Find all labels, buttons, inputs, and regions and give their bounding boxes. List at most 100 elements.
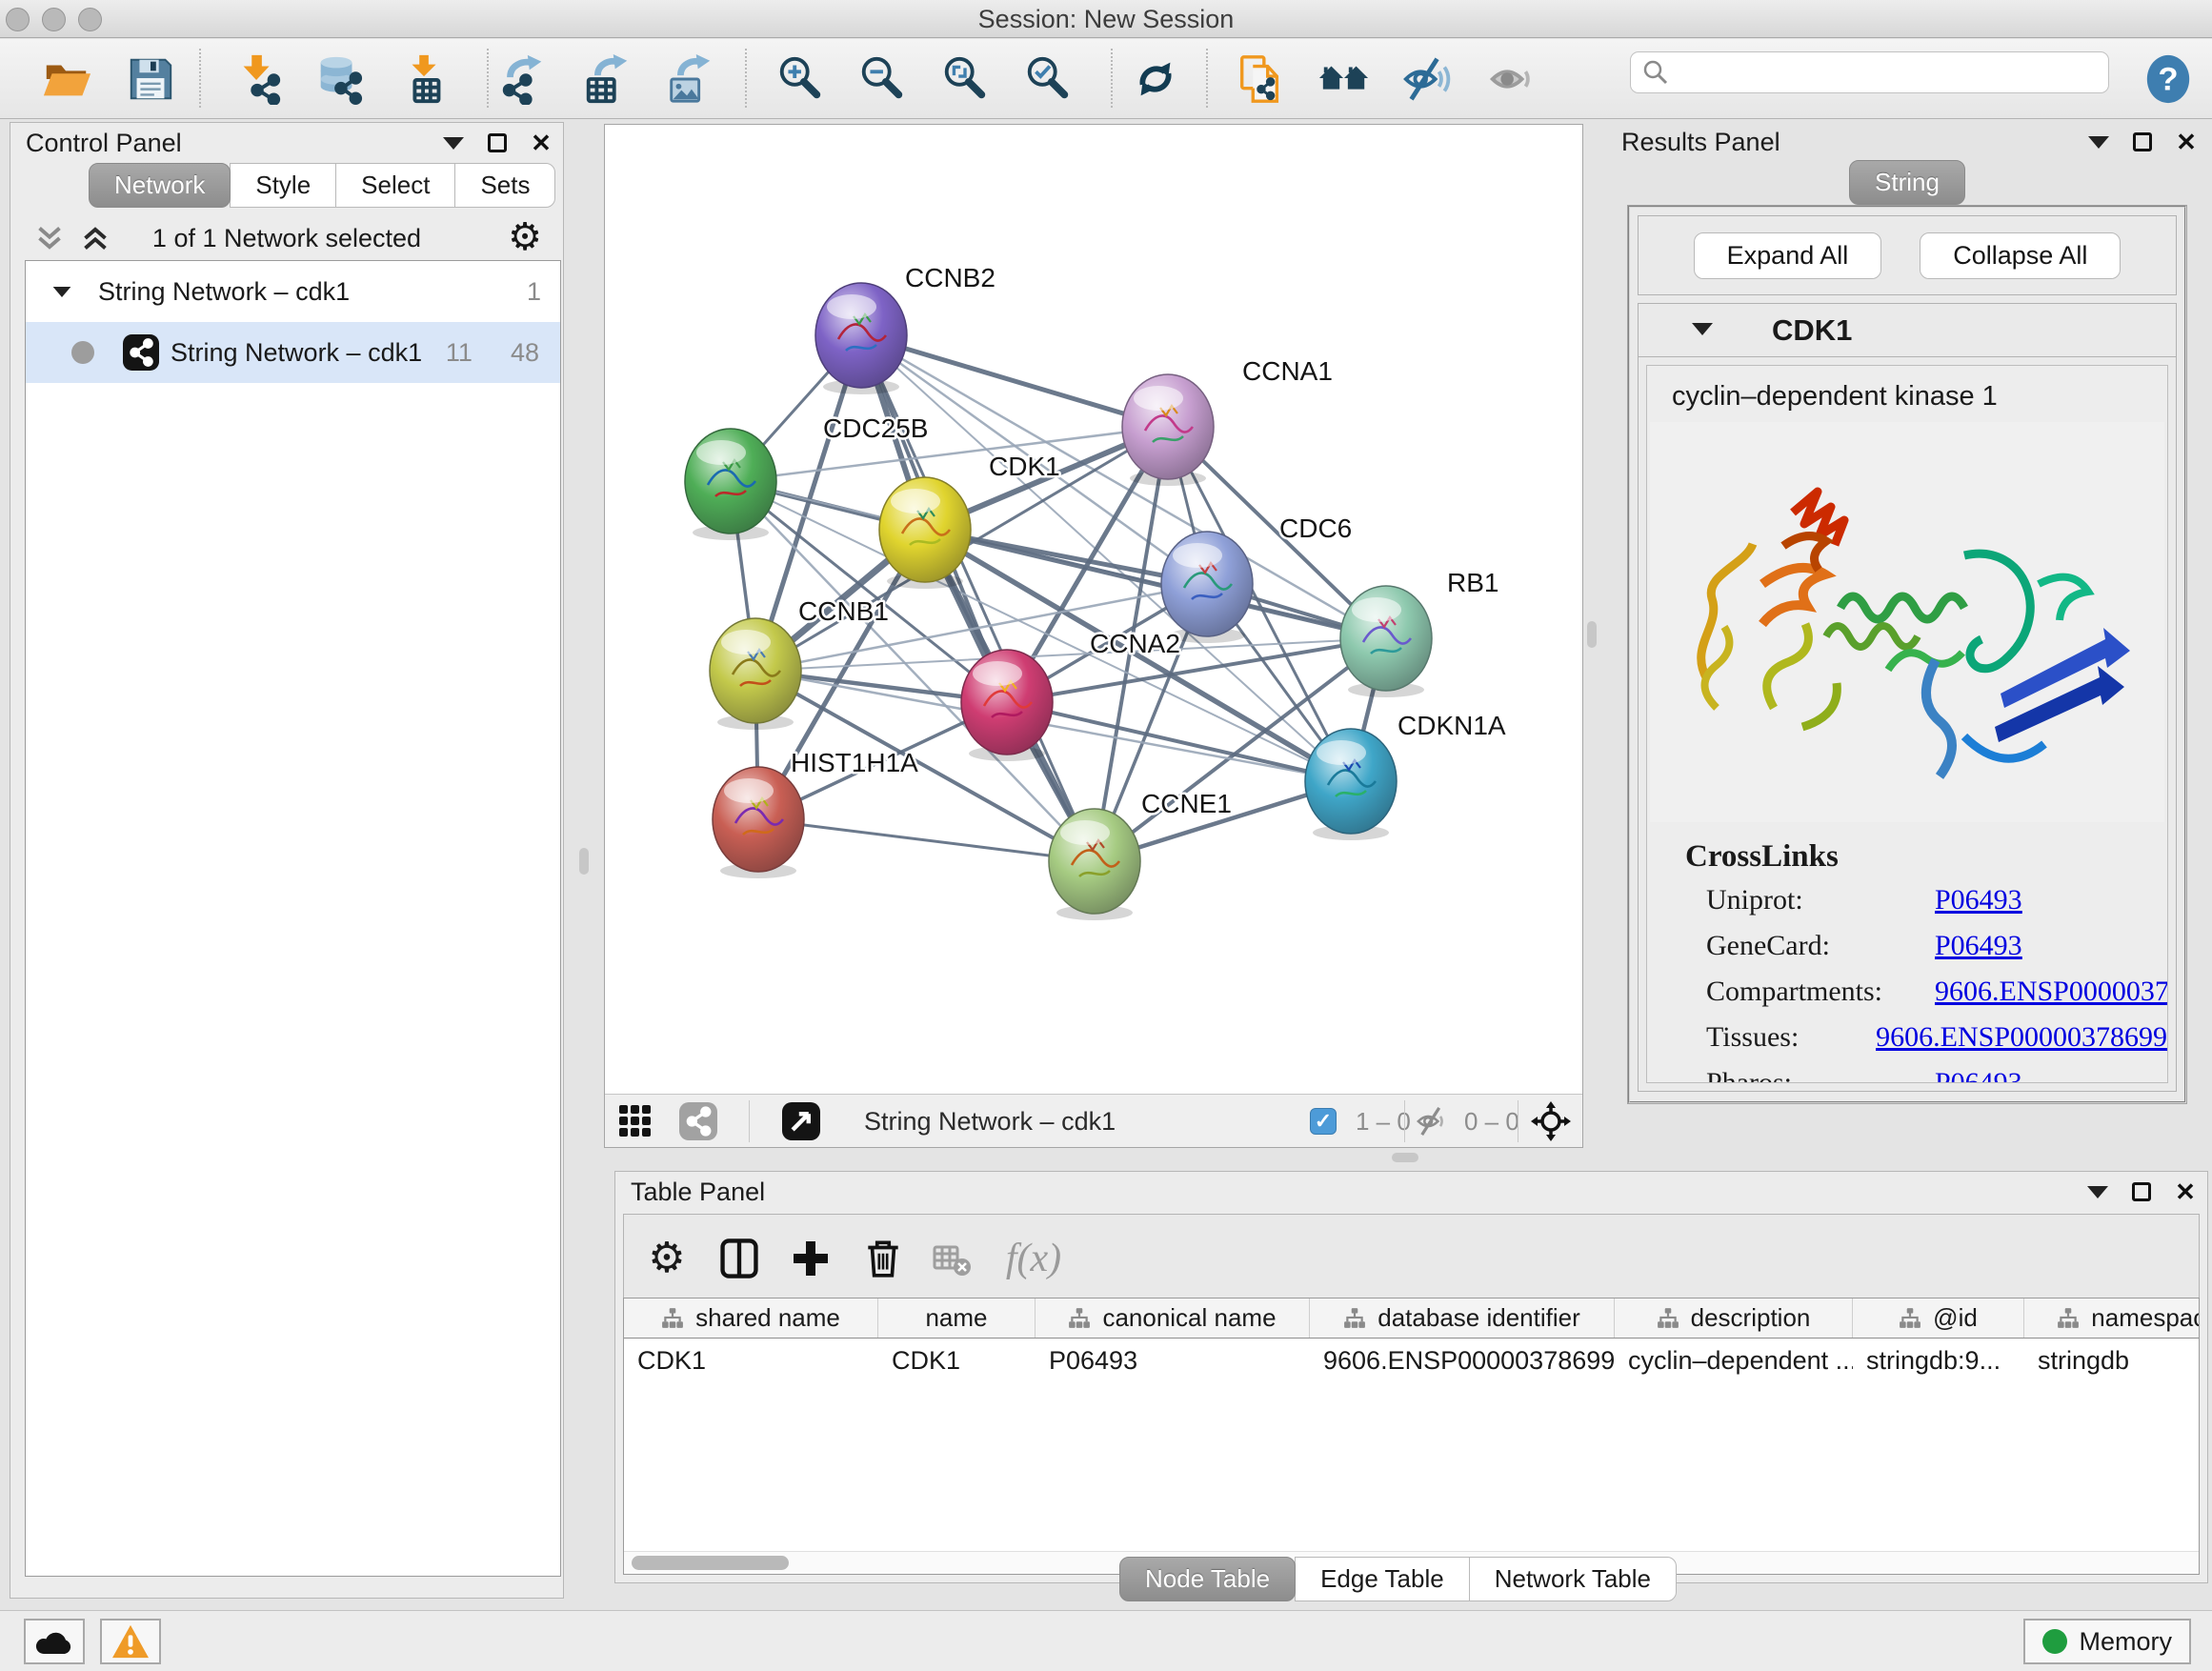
column-header-database-identifier[interactable]: database identifier bbox=[1310, 1299, 1615, 1338]
panel-menu-icon[interactable] bbox=[2085, 1179, 2110, 1204]
collapse-all-button[interactable]: Collapse All bbox=[1920, 232, 2121, 279]
tab-sets[interactable]: Sets bbox=[454, 163, 555, 208]
tab-edge-table[interactable]: Edge Table bbox=[1295, 1557, 1470, 1601]
table-body: CDK1CDK1P064939606.ENSP00000378699cyclin… bbox=[624, 1339, 2199, 1382]
birdseye-navigator-icon[interactable] bbox=[1531, 1102, 1571, 1140]
results-panel-title: Results Panel bbox=[1621, 128, 1780, 157]
network-canvas[interactable]: CCNB2CCNA1CDC25BCDK1CDC6RB1CCNB1CCNA2CDK… bbox=[605, 125, 1582, 1094]
network-node-CCNB1[interactable]: CCNB1 bbox=[710, 596, 889, 730]
tab-node-table[interactable]: Node Table bbox=[1119, 1557, 1296, 1601]
panel-close-icon[interactable]: ✕ bbox=[2174, 130, 2199, 154]
control-panel: Control Panel ✕ NetworkStyleSelectSets 1… bbox=[10, 122, 564, 1599]
crosslink-link[interactable]: 9606.ENSP00000378699 bbox=[1935, 976, 2168, 1007]
save-session-icon[interactable] bbox=[123, 51, 178, 107]
current-network-name: String Network – cdk1 bbox=[864, 1102, 1116, 1140]
refresh-view-icon[interactable] bbox=[1128, 51, 1183, 107]
tab-select[interactable]: Select bbox=[335, 163, 455, 208]
column-header-name[interactable]: name bbox=[878, 1299, 1036, 1338]
crosslink-link[interactable]: P06493 bbox=[1935, 1067, 2022, 1083]
column-header-description[interactable]: description bbox=[1615, 1299, 1853, 1338]
show-eye-icon[interactable] bbox=[1483, 51, 1538, 107]
network-collection-row[interactable]: String Network – cdk1 1 bbox=[26, 261, 560, 322]
column-header-shared-name[interactable]: shared name bbox=[624, 1299, 878, 1338]
clone-network-icon[interactable] bbox=[1233, 51, 1288, 107]
help-icon[interactable]: ? bbox=[2141, 51, 2196, 107]
open-in-window-icon[interactable] bbox=[782, 1102, 820, 1140]
crosslink-link[interactable]: P06493 bbox=[1935, 930, 2022, 961]
search-input[interactable] bbox=[1677, 58, 2108, 88]
node-result-header[interactable]: CDK1 bbox=[1639, 304, 2176, 357]
import-network-file-icon[interactable] bbox=[231, 51, 286, 107]
fit-content-icon[interactable] bbox=[937, 51, 993, 107]
right-splitter-handle[interactable] bbox=[1587, 621, 1597, 648]
houses-icon[interactable] bbox=[1317, 51, 1372, 107]
import-table-file-icon[interactable] bbox=[397, 51, 452, 107]
zoom-in-icon[interactable] bbox=[773, 51, 828, 107]
panel-float-icon[interactable] bbox=[485, 131, 510, 155]
open-session-icon[interactable] bbox=[39, 51, 94, 107]
network-node-CCNA1[interactable]: CCNA1 bbox=[1122, 356, 1333, 486]
export-table-icon[interactable] bbox=[579, 51, 634, 107]
table-cell[interactable]: P06493 bbox=[1036, 1339, 1310, 1382]
tab-network-table[interactable]: Network Table bbox=[1469, 1557, 1677, 1601]
hidden-eye-icon[interactable] bbox=[1415, 1102, 1449, 1140]
hide-eye-icon[interactable] bbox=[1398, 51, 1454, 107]
zoom-out-icon[interactable] bbox=[855, 51, 910, 107]
cloud-icon[interactable] bbox=[24, 1619, 85, 1664]
table-cell[interactable]: stringdb:9... bbox=[1853, 1339, 2024, 1382]
network-node-CCNE1[interactable]: CCNE1 bbox=[1049, 789, 1232, 920]
network-node-RB1[interactable]: RB1 bbox=[1340, 568, 1498, 697]
string-view-icon[interactable] bbox=[679, 1102, 717, 1140]
tab-string[interactable]: String bbox=[1849, 160, 1965, 205]
add-column-icon[interactable] bbox=[784, 1232, 837, 1285]
column-header-canonical-name[interactable]: canonical name bbox=[1036, 1299, 1310, 1338]
network-node-CDKN1A[interactable]: CDKN1A bbox=[1305, 711, 1506, 840]
table-row[interactable]: CDK1CDK1P064939606.ENSP00000378699cyclin… bbox=[624, 1339, 2199, 1382]
search-box[interactable] bbox=[1630, 51, 2109, 93]
grid-view-icon[interactable] bbox=[618, 1102, 653, 1140]
crosslink-link[interactable]: 9606.ENSP00000378699 bbox=[1876, 1021, 2167, 1053]
panel-close-icon[interactable]: ✕ bbox=[529, 131, 553, 155]
left-splitter-handle[interactable] bbox=[579, 848, 589, 875]
table-cell[interactable]: 9606.ENSP00000378699 bbox=[1310, 1339, 1615, 1382]
table-cell[interactable]: stringdb bbox=[2024, 1339, 2200, 1382]
warning-icon[interactable] bbox=[100, 1619, 161, 1664]
tab-network[interactable]: Network bbox=[89, 163, 231, 208]
import-network-database-icon[interactable] bbox=[311, 51, 366, 107]
network-node-HIST1H1A[interactable]: HIST1H1A bbox=[713, 748, 918, 878]
delete-column-icon[interactable] bbox=[856, 1232, 910, 1285]
table-cell[interactable]: CDK1 bbox=[624, 1339, 878, 1382]
tree-expand-icon[interactable] bbox=[26, 286, 98, 298]
delete-table-icon[interactable] bbox=[925, 1232, 978, 1285]
memory-button[interactable]: Memory bbox=[2023, 1619, 2191, 1664]
panel-menu-icon[interactable] bbox=[441, 131, 466, 155]
bottom-splitter-handle[interactable] bbox=[1392, 1153, 1418, 1162]
hierarchy-icon bbox=[1343, 1307, 1366, 1330]
toolbar-separator bbox=[487, 49, 489, 108]
column-header-namespace[interactable]: namespace bbox=[2024, 1299, 2200, 1338]
collapse-entry-icon[interactable] bbox=[1692, 323, 1713, 335]
table-cell[interactable]: CDK1 bbox=[878, 1339, 1036, 1382]
network-options-gear-icon[interactable]: ⚙ bbox=[508, 214, 542, 260]
table-panel: Table Panel ✕ ⚙ f(x) shared namenamecano… bbox=[614, 1171, 2208, 1583]
export-network-icon[interactable] bbox=[495, 51, 551, 107]
expand-all-button[interactable]: Expand All bbox=[1694, 232, 1882, 279]
selected-checkbox-icon[interactable]: ✓ bbox=[1310, 1102, 1337, 1140]
crosslink-row: GeneCard:P06493 bbox=[1685, 930, 2167, 962]
crosslink-link[interactable]: P06493 bbox=[1935, 884, 2022, 916]
panel-float-icon[interactable] bbox=[2129, 1179, 2154, 1204]
table-cell[interactable]: cyclin–dependent ... bbox=[1615, 1339, 1853, 1382]
network-node-CCNA2[interactable]: CCNA2 bbox=[961, 629, 1180, 761]
crosslink-label: Compartments: bbox=[1685, 976, 1866, 1008]
show-columns-icon[interactable] bbox=[713, 1232, 766, 1285]
column-header-@id[interactable]: @id bbox=[1853, 1299, 2024, 1338]
hscrollbar-thumb[interactable] bbox=[632, 1556, 789, 1570]
tab-style[interactable]: Style bbox=[230, 163, 336, 208]
network-row[interactable]: String Network – cdk1 11 48 bbox=[26, 322, 560, 383]
table-settings-gear-icon[interactable]: ⚙ bbox=[640, 1232, 694, 1285]
export-image-icon[interactable] bbox=[662, 51, 717, 107]
panel-close-icon[interactable]: ✕ bbox=[2173, 1179, 2198, 1204]
zoom-selected-icon[interactable] bbox=[1020, 51, 1076, 107]
panel-float-icon[interactable] bbox=[2130, 130, 2155, 154]
panel-menu-icon[interactable] bbox=[2086, 130, 2111, 154]
